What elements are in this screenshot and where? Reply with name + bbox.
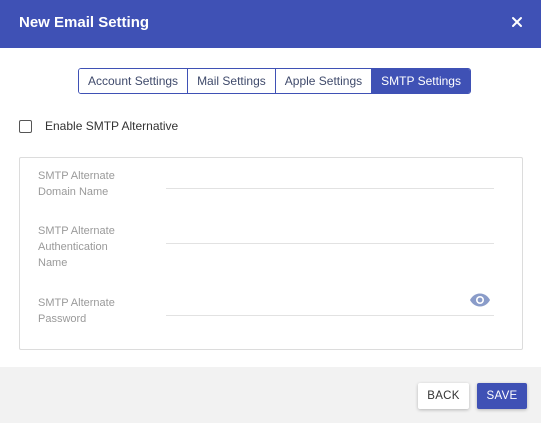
- dialog-footer: BACK SAVE: [0, 367, 541, 423]
- smtp-alternate-domain-name-label: SMTP Alternate Domain Name: [38, 168, 138, 200]
- label-line: Name: [38, 257, 68, 269]
- smtp-alternate-authentication-name-label: SMTP Alternate Authentication Name: [38, 223, 138, 271]
- smtp-alternate-password-label: SMTP Alternate Password: [38, 295, 138, 327]
- smtp-alternate-form: SMTP Alternate Domain Name SMTP Alternat…: [19, 157, 523, 350]
- enable-smtp-alternative-row: Enable SMTP Alternative: [19, 118, 178, 134]
- dialog-title: New Email Setting: [19, 14, 150, 31]
- smtp-alternate-authentication-name-input[interactable]: [166, 224, 494, 244]
- tab-mail-settings[interactable]: Mail Settings: [188, 69, 276, 93]
- save-button[interactable]: SAVE: [477, 383, 527, 409]
- smtp-alternate-password-input[interactable]: [166, 296, 494, 316]
- dialog-header: New Email Setting: [0, 0, 541, 48]
- label-line: SMTP Alternate: [38, 170, 115, 182]
- enable-smtp-alternative-label[interactable]: Enable SMTP Alternative: [45, 118, 178, 134]
- label-line: Password: [38, 313, 87, 325]
- label-line: Domain Name: [38, 186, 109, 198]
- tab-smtp-settings[interactable]: SMTP Settings: [372, 69, 470, 93]
- tab-account-settings[interactable]: Account Settings: [79, 69, 189, 93]
- eye-icon: [470, 293, 490, 307]
- back-button[interactable]: BACK: [418, 383, 469, 409]
- label-line: SMTP Alternate: [38, 225, 115, 237]
- password-visibility-toggle[interactable]: [469, 292, 491, 308]
- close-icon: [512, 17, 522, 27]
- enable-smtp-alternative-checkbox[interactable]: [19, 119, 32, 133]
- settings-tabs: Account Settings Mail Settings Apple Set…: [78, 68, 471, 94]
- tab-apple-settings[interactable]: Apple Settings: [275, 69, 373, 93]
- new-email-setting-dialog: New Email Setting Account Settings Mail …: [0, 0, 541, 423]
- close-button[interactable]: [507, 12, 527, 32]
- label-line: SMTP Alternate: [38, 297, 115, 309]
- smtp-alternate-domain-name-input[interactable]: [166, 169, 494, 189]
- label-line: Authentication: [38, 241, 108, 253]
